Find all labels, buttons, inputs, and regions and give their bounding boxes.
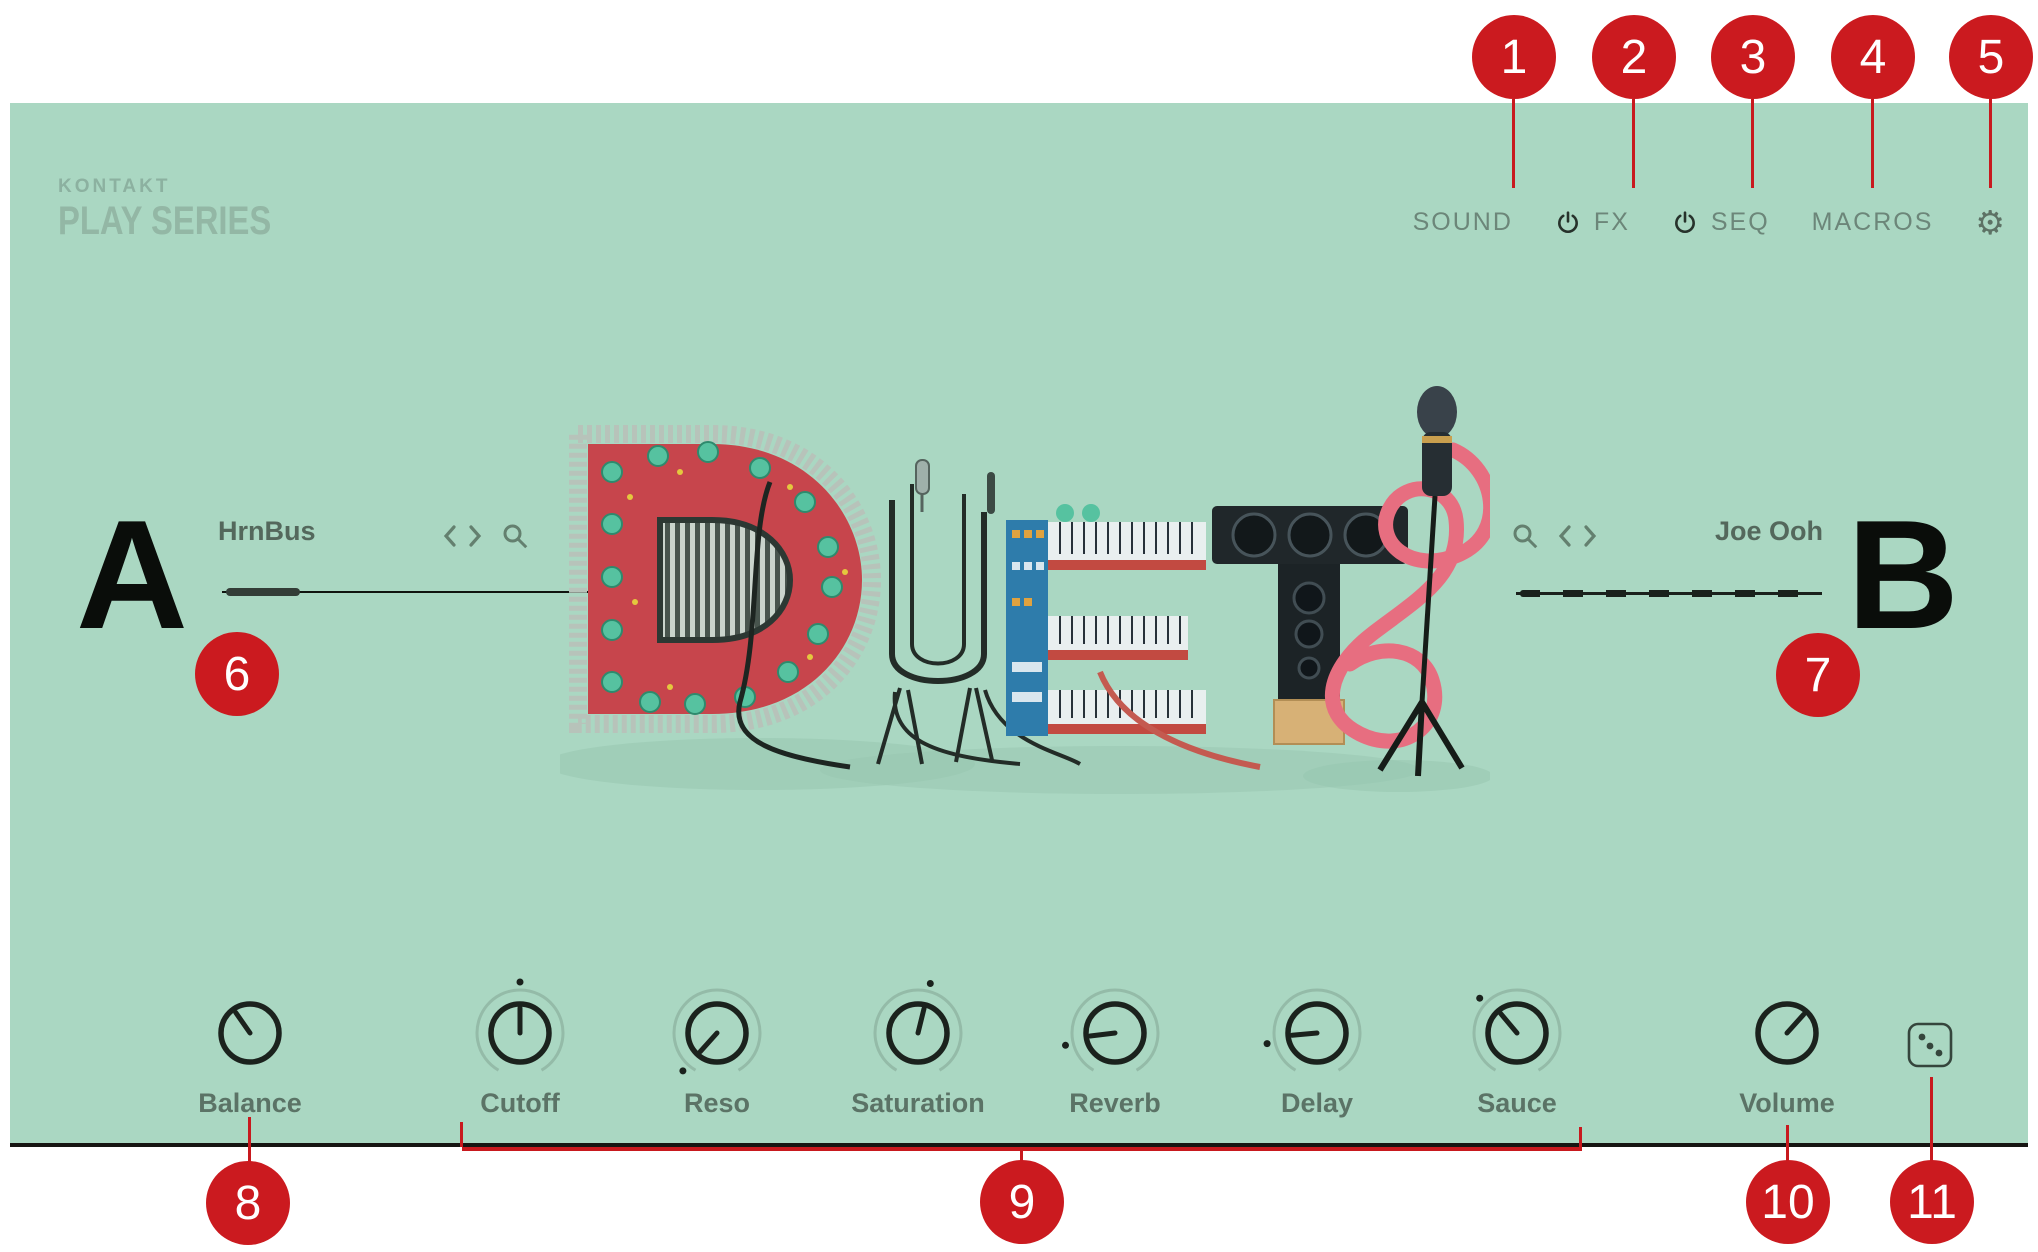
callout-connector-line	[1930, 1077, 1933, 1161]
tab-sound[interactable]: SOUND	[1413, 208, 1513, 237]
knob-balance[interactable]: Balance	[195, 978, 305, 1128]
callout-10: 10	[1746, 1160, 1830, 1244]
callout-connector-line	[1871, 99, 1874, 188]
tab-macros[interactable]: MACROS	[1812, 208, 1934, 237]
knob-saturation[interactable]: Saturation	[863, 978, 973, 1128]
gear-icon[interactable]: ⚙	[1975, 206, 2005, 239]
callout-6: 6	[195, 632, 279, 716]
knob-dial[interactable]	[863, 978, 973, 1088]
knob-dial[interactable]	[1732, 978, 1842, 1088]
tab-sound-label: SOUND	[1413, 208, 1513, 237]
callout-connector-line	[1512, 99, 1515, 188]
search-icon[interactable]	[500, 521, 530, 551]
callout-7: 7	[1776, 633, 1860, 717]
layer-b-preset-nav	[1510, 521, 1598, 551]
callout-connector-line	[460, 1122, 463, 1147]
knob-reverb[interactable]: Reverb	[1060, 978, 1170, 1128]
prev-preset-icon[interactable]	[1557, 523, 1573, 549]
logo-series: PLAY SERIES	[58, 201, 271, 241]
callout-connector-line	[1989, 99, 1992, 188]
knob-volume[interactable]: Volume	[1732, 978, 1842, 1128]
tab-seq[interactable]: SEQ	[1672, 208, 1770, 237]
callout-connector-line	[1632, 99, 1635, 188]
manual-page: KONTAKT PLAY SERIES SOUND FX SEQ MACROS …	[0, 0, 2038, 1252]
knob-label: Sauce	[1367, 1088, 1667, 1119]
seq-power-icon[interactable]	[1672, 210, 1698, 236]
logo-brand: KONTAKT	[58, 176, 318, 198]
tab-fx[interactable]: FX	[1555, 208, 1630, 237]
callout-1: 1	[1472, 15, 1556, 99]
knob-dial[interactable]	[662, 978, 772, 1088]
tab-macros-label: MACROS	[1812, 208, 1934, 237]
next-preset-icon[interactable]	[467, 523, 483, 549]
layer-b-preset-name[interactable]: Joe Ooh	[1688, 516, 1823, 547]
layer-b-rope-knots	[1520, 590, 1820, 597]
artwork-letter-d	[578, 434, 872, 767]
knob-dial[interactable]	[1060, 978, 1170, 1088]
header-menu: SOUND FX SEQ MACROS ⚙	[1413, 206, 2005, 239]
duets-artwork	[560, 372, 1490, 800]
knob-label: Balance	[100, 1088, 400, 1119]
knob-reso[interactable]: Reso	[662, 978, 772, 1128]
knob-cutoff[interactable]: Cutoff	[465, 978, 575, 1128]
layer-a-needle-plug	[226, 588, 300, 596]
callout-9: 9	[980, 1160, 1064, 1244]
callout-11: 11	[1890, 1160, 1974, 1244]
callout-connector-line	[248, 1117, 251, 1163]
search-icon[interactable]	[1510, 521, 1540, 551]
tab-fx-label: FX	[1594, 208, 1630, 237]
callout-2: 2	[1592, 15, 1676, 99]
knob-dial[interactable]	[1262, 978, 1372, 1088]
layer-a-preset-name[interactable]: HrnBus	[218, 516, 316, 547]
callout-8: 8	[206, 1161, 290, 1245]
macro-knob-row: BalanceCutoffResoSaturationReverbDelaySa…	[0, 978, 2038, 1138]
layer-b-letter: B	[1847, 497, 1959, 652]
callout-5: 5	[1949, 15, 2033, 99]
dice-randomize-icon[interactable]	[1906, 1021, 1954, 1069]
callout-connector-line	[1751, 99, 1754, 188]
callout-4: 4	[1831, 15, 1915, 99]
callout-3: 3	[1711, 15, 1795, 99]
knob-dial[interactable]	[465, 978, 575, 1088]
layer-a-letter: A	[76, 497, 188, 652]
callout-connector-line	[1579, 1127, 1582, 1147]
knob-label: Volume	[1637, 1088, 1937, 1119]
knob-dial[interactable]	[1462, 978, 1572, 1088]
tab-seq-label: SEQ	[1711, 208, 1770, 237]
callout-connector-line	[1786, 1125, 1789, 1161]
next-preset-icon[interactable]	[1582, 523, 1598, 549]
layer-a-preset-nav	[442, 521, 530, 551]
knob-dial[interactable]	[195, 978, 305, 1088]
artwork-letter-s	[1332, 386, 1490, 776]
knob-delay[interactable]: Delay	[1262, 978, 1372, 1128]
fx-power-icon[interactable]	[1555, 210, 1581, 236]
knob-sauce[interactable]: Sauce	[1462, 978, 1572, 1128]
prev-preset-icon[interactable]	[442, 523, 458, 549]
kontakt-play-series-logo: KONTAKT PLAY SERIES	[58, 176, 318, 241]
